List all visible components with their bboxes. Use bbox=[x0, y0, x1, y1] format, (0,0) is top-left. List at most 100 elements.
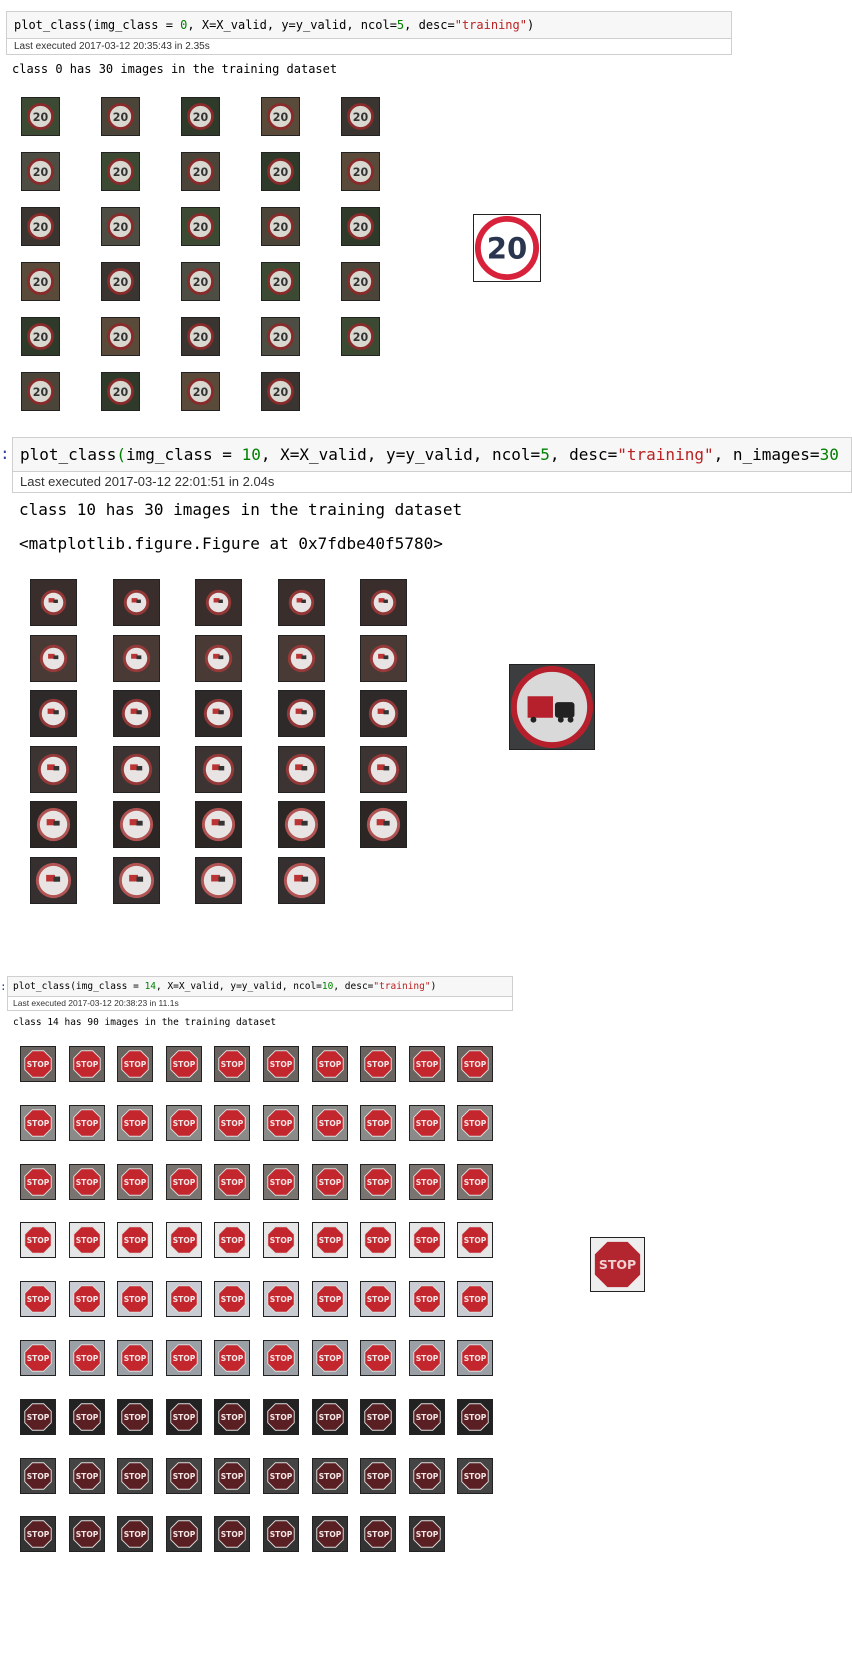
sample-thumbnail: STOP bbox=[408, 1281, 445, 1318]
sample-thumbnail bbox=[277, 690, 325, 737]
sample-thumbnail bbox=[360, 745, 407, 793]
svg-text:20: 20 bbox=[113, 166, 129, 179]
svg-text:STOP: STOP bbox=[367, 1354, 390, 1363]
sample-thumbnail: STOP bbox=[20, 1104, 56, 1141]
sample-thumbnail: 20 bbox=[261, 152, 300, 191]
svg-text:STOP: STOP bbox=[464, 1236, 487, 1245]
svg-text:STOP: STOP bbox=[367, 1119, 390, 1128]
svg-text:STOP: STOP bbox=[416, 1295, 439, 1304]
code-cell-input-1[interactable]: plot_class(img_class = 0, X=X_valid, y=y… bbox=[6, 11, 732, 39]
sample-thumbnail: STOP bbox=[360, 1398, 397, 1435]
svg-text:STOP: STOP bbox=[173, 1471, 196, 1480]
sample-thumbnail bbox=[360, 690, 407, 737]
svg-text:STOP: STOP bbox=[270, 1119, 293, 1128]
sample-thumbnail: STOP bbox=[165, 1340, 202, 1376]
sample-thumbnail: STOP bbox=[20, 1222, 56, 1259]
sample-thumbnail: STOP bbox=[311, 1046, 348, 1082]
sample-thumbnail: 20 bbox=[261, 372, 300, 411]
svg-text:STOP: STOP bbox=[270, 1236, 293, 1245]
sample-thumbnail bbox=[195, 690, 242, 737]
svg-text:STOP: STOP bbox=[221, 1236, 244, 1245]
sample-thumbnail: 20 bbox=[21, 262, 60, 301]
svg-text:20: 20 bbox=[33, 276, 49, 289]
svg-text:STOP: STOP bbox=[173, 1236, 196, 1245]
svg-text:STOP: STOP bbox=[416, 1354, 439, 1363]
sample-thumbnail bbox=[112, 856, 160, 904]
svg-text:STOP: STOP bbox=[124, 1295, 147, 1304]
sample-thumbnail bbox=[112, 801, 160, 848]
sample-thumbnail: STOP bbox=[311, 1398, 348, 1435]
svg-text:STOP: STOP bbox=[270, 1060, 293, 1069]
sample-thumbnail: STOP bbox=[214, 1046, 251, 1082]
example-sign-image: 20 bbox=[473, 214, 541, 282]
sample-thumbnail bbox=[195, 579, 242, 626]
sample-thumbnail: 20 bbox=[181, 262, 220, 301]
svg-text:STOP: STOP bbox=[416, 1060, 439, 1069]
svg-text:STOP: STOP bbox=[599, 1257, 636, 1272]
svg-text:STOP: STOP bbox=[367, 1236, 390, 1245]
sample-thumbnail bbox=[30, 634, 77, 682]
svg-text:20: 20 bbox=[273, 386, 289, 399]
sample-thumbnail: 20 bbox=[181, 372, 220, 411]
svg-text:STOP: STOP bbox=[221, 1530, 244, 1539]
sample-thumbnail: STOP bbox=[117, 1222, 154, 1259]
figure-repr-text: <matplotlib.figure.Figure at 0x7fdbe40f5… bbox=[19, 534, 443, 553]
svg-text:STOP: STOP bbox=[270, 1471, 293, 1480]
sample-thumbnail bbox=[30, 579, 77, 626]
svg-text:STOP: STOP bbox=[416, 1119, 439, 1128]
svg-text:20: 20 bbox=[353, 331, 369, 344]
sample-thumbnail: STOP bbox=[360, 1222, 397, 1259]
sample-thumbnail: STOP bbox=[408, 1340, 445, 1376]
sample-thumbnail: STOP bbox=[20, 1281, 56, 1318]
sample-thumbnail: STOP bbox=[165, 1516, 202, 1553]
svg-text:20: 20 bbox=[113, 221, 129, 234]
sample-thumbnail: STOP bbox=[214, 1516, 251, 1553]
svg-text:STOP: STOP bbox=[318, 1177, 341, 1186]
sample-thumbnail: 20 bbox=[21, 152, 60, 191]
sample-thumbnail: STOP bbox=[68, 1398, 105, 1435]
sample-thumbnail: 20 bbox=[101, 152, 140, 191]
svg-text:STOP: STOP bbox=[27, 1119, 50, 1128]
sample-thumbnail: STOP bbox=[214, 1340, 251, 1376]
svg-text:STOP: STOP bbox=[124, 1530, 147, 1539]
sample-thumbnail: STOP bbox=[263, 1222, 299, 1259]
sample-thumbnail: STOP bbox=[117, 1398, 154, 1435]
sample-thumbnail: STOP bbox=[68, 1457, 105, 1494]
svg-text:STOP: STOP bbox=[75, 1060, 98, 1069]
sample-thumbnail bbox=[277, 634, 325, 682]
svg-text:STOP: STOP bbox=[464, 1413, 487, 1422]
sample-thumbnail: STOP bbox=[165, 1398, 202, 1435]
sample-thumbnail: 20 bbox=[21, 97, 60, 136]
svg-text:STOP: STOP bbox=[270, 1354, 293, 1363]
svg-text:STOP: STOP bbox=[367, 1060, 390, 1069]
execution-timestamp: Last executed 2017-03-12 22:01:51 in 2.0… bbox=[12, 472, 852, 493]
sample-thumbnail: STOP bbox=[263, 1398, 299, 1435]
svg-text:STOP: STOP bbox=[221, 1295, 244, 1304]
sample-thumbnail: STOP bbox=[165, 1163, 202, 1200]
sample-thumbnail: STOP bbox=[457, 1340, 494, 1376]
example-sign-image: STOP bbox=[590, 1237, 645, 1292]
sample-thumbnail: STOP bbox=[214, 1457, 251, 1494]
code-cell-input-2[interactable]: plot_class(img_class = 10, X=X_valid, y=… bbox=[12, 437, 852, 472]
svg-text:STOP: STOP bbox=[173, 1177, 196, 1186]
svg-text:STOP: STOP bbox=[270, 1530, 293, 1539]
svg-text:20: 20 bbox=[353, 111, 369, 124]
sample-thumbnail: STOP bbox=[68, 1222, 105, 1259]
svg-text:STOP: STOP bbox=[124, 1413, 147, 1422]
sample-thumbnail: STOP bbox=[117, 1163, 154, 1200]
sample-thumbnail: 20 bbox=[181, 97, 220, 136]
sample-thumbnail: STOP bbox=[311, 1104, 348, 1141]
sample-thumbnail bbox=[360, 579, 407, 626]
cell-output-text: class 10 has 30 images in the training d… bbox=[19, 500, 463, 519]
sample-thumbnail: STOP bbox=[68, 1163, 105, 1200]
svg-text:20: 20 bbox=[273, 276, 289, 289]
code-cell-input-3[interactable]: plot_class(img_class = 14, X=X_valid, y=… bbox=[7, 976, 513, 997]
sample-thumbnail: STOP bbox=[457, 1046, 494, 1082]
sample-thumbnail: STOP bbox=[408, 1046, 445, 1082]
sample-thumbnail bbox=[360, 634, 407, 682]
sample-thumbnail bbox=[360, 801, 407, 848]
sample-thumbnail: STOP bbox=[408, 1457, 445, 1494]
sample-thumbnail bbox=[195, 801, 242, 848]
svg-text:STOP: STOP bbox=[75, 1236, 98, 1245]
sample-thumbnail: STOP bbox=[408, 1516, 445, 1553]
